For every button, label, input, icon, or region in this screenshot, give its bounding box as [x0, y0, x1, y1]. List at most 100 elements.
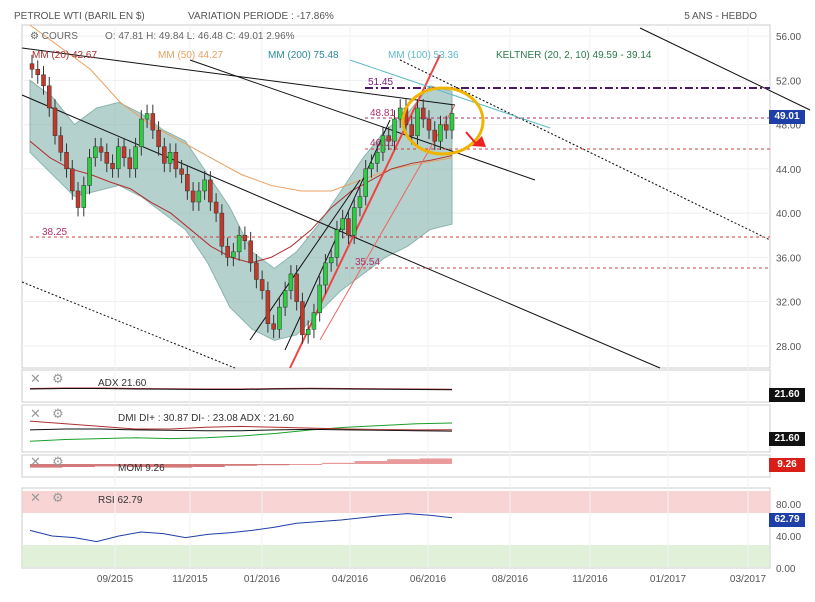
trendline-lower	[21, 94, 661, 369]
gear-icon: ⚙	[52, 372, 64, 387]
candle-down	[35, 69, 41, 76]
candle-up	[369, 163, 374, 170]
candle-up	[317, 284, 322, 313]
price-tick-label: 32.00	[776, 298, 801, 309]
candle-up	[231, 251, 236, 258]
candle-up	[116, 146, 121, 170]
legend-keltner[interactable]: KELTNER (20, 2, 10) 49.59 - 39.14	[496, 50, 651, 61]
candle-down	[121, 146, 127, 159]
candle-up	[236, 234, 242, 253]
candle-down	[75, 190, 81, 208]
candle-down	[248, 240, 253, 264]
candle-down	[271, 323, 276, 330]
candle-down	[208, 179, 213, 203]
candle-up	[340, 218, 345, 230]
candle-down	[346, 218, 351, 236]
legend-mm100[interactable]: MM (100) 53.36	[388, 50, 459, 61]
candle-up	[202, 179, 207, 192]
period-selector[interactable]: 5 ANS - HEBDO	[684, 11, 757, 22]
candle-down	[173, 151, 179, 170]
price-tick-label: 40.00	[776, 209, 801, 220]
candle-down	[58, 135, 64, 153]
candle-up	[144, 113, 150, 120]
gear-icon: ⚙	[52, 455, 64, 470]
rsi-tick-label: 40.00	[776, 532, 801, 543]
price-tick-label: 52.00	[776, 76, 801, 87]
candle-down	[52, 107, 58, 136]
variation-text: VARIATION PERIODE : -17.86%	[188, 11, 334, 22]
close-icon: ✕	[30, 491, 41, 506]
candle-up	[288, 273, 294, 291]
rsi-label: RSI 62.79	[98, 495, 143, 506]
gear-icon: ⚙	[52, 407, 64, 422]
legend-mm20[interactable]: MM (20) 42.67	[32, 50, 97, 61]
price-tick-label: 36.00	[776, 253, 801, 264]
rsi-tick-label: 0.00	[776, 564, 796, 575]
candle-up	[328, 257, 334, 264]
close-icon: ✕	[30, 407, 41, 422]
candle-down	[254, 262, 259, 280]
rsi-line	[29, 513, 453, 543]
candle-down	[150, 113, 156, 131]
candle-up	[334, 229, 340, 258]
candle-down	[70, 168, 75, 192]
mom-bar	[224, 464, 258, 466]
legend-cours[interactable]: ⚙ COURS	[30, 31, 78, 42]
mom-label: MOM 9.26	[118, 463, 165, 474]
candle-down	[242, 234, 248, 242]
candle-down	[162, 146, 167, 164]
trendline-dotted-left	[21, 281, 236, 369]
rsi-oversold-zone	[22, 545, 770, 567]
candle-down	[29, 63, 35, 70]
legend-mm50[interactable]: MM (50) 44.27	[158, 50, 223, 61]
candle-up	[449, 113, 455, 131]
gear-icon: ⚙	[52, 491, 64, 506]
price-badge: 49.01	[769, 110, 805, 124]
rsi-badge: 62.79	[769, 513, 805, 527]
candle-down	[47, 85, 52, 109]
legend-ohlc: O: 47.81 H: 49.84 L: 46.48 C: 49.01 2.96…	[105, 31, 295, 42]
adx-badge: 21.60	[769, 388, 805, 402]
gear-icon[interactable]: ⚙	[30, 31, 39, 42]
candle-down	[64, 151, 69, 170]
time-tick-label: 03/2017	[730, 574, 767, 585]
mom-bar	[322, 462, 355, 464]
candle-up	[415, 107, 420, 136]
candle-up	[167, 151, 173, 164]
candle-down	[190, 190, 196, 203]
level-46-01: 46.01	[370, 138, 396, 149]
candle-down	[409, 124, 414, 136]
candle-down	[259, 279, 265, 291]
price-tick-label: 28.00	[776, 342, 801, 353]
level-38-25: 38.25	[42, 227, 68, 238]
time-tick-label: 08/2016	[492, 574, 529, 585]
candle-down	[420, 107, 426, 120]
candle-up	[93, 146, 98, 159]
candle-down	[426, 118, 432, 131]
candle-down	[98, 146, 104, 153]
candle-up	[139, 118, 144, 147]
candle-down	[432, 129, 437, 142]
price-tick-label: 56.00	[776, 32, 801, 43]
candle-down	[179, 168, 184, 175]
candle-down	[41, 74, 46, 87]
candle-down	[294, 273, 299, 302]
candle-up	[277, 306, 282, 330]
dmi-badge: 21.60	[769, 432, 805, 446]
level-48-81: 48.81	[370, 108, 396, 119]
candle-up	[363, 168, 368, 197]
time-tick-label: 01/2016	[244, 574, 281, 585]
candle-up	[397, 107, 403, 120]
candle-down	[219, 212, 225, 247]
time-tick-label: 01/2017	[650, 574, 687, 585]
legend-mm200[interactable]: MM (200) 75.48	[268, 50, 339, 61]
candle-up	[438, 124, 443, 142]
close-icon: ✕	[30, 455, 41, 470]
mom-bar	[419, 458, 452, 464]
candle-up	[133, 146, 138, 170]
candle-down	[185, 174, 190, 192]
candle-down	[104, 151, 110, 164]
candle-up	[311, 312, 317, 330]
candle-down	[127, 157, 133, 170]
rsi-tick-label: 80.00	[776, 500, 801, 511]
